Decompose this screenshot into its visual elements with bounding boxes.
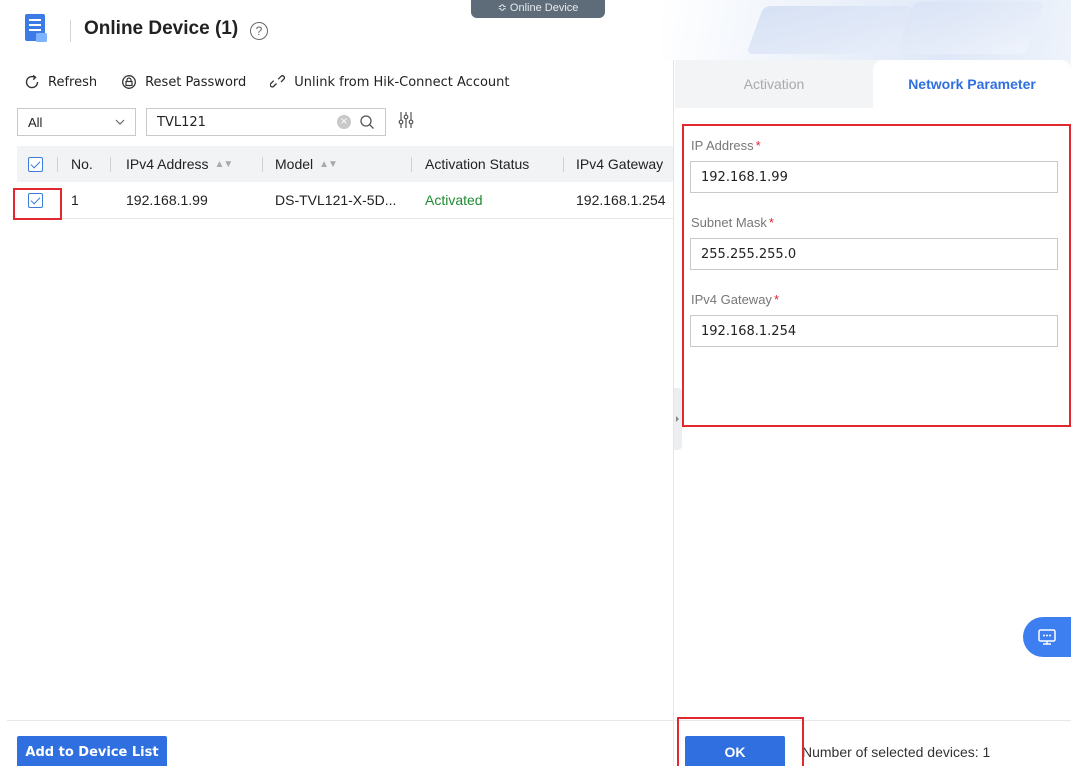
table-row[interactable]: 1 192.168.1.99 DS-TVL121-X-5D... Activat… (17, 182, 673, 219)
footer-divider (7, 720, 673, 721)
column-header-ipv4-label: IPv4 Address (126, 156, 209, 172)
table-header: No. IPv4 Address ▲▼ Model ▲▼ Activation St… (17, 146, 673, 182)
tab-activation[interactable]: Activation (675, 60, 873, 108)
row-no: 1 (71, 192, 79, 208)
column-header-activation-status: Activation Status (425, 156, 530, 172)
reset-password-icon (122, 75, 137, 89)
refresh-label: Refresh (48, 74, 98, 90)
add-to-device-list-button[interactable]: Add to Device List (17, 736, 167, 766)
collapse-handle[interactable] (674, 388, 682, 450)
help-icon[interactable]: ? (250, 22, 268, 40)
page-title: Online Device (1) (84, 18, 239, 39)
highlight-box-network-fields (682, 124, 1071, 427)
header-divider (70, 20, 71, 42)
highlight-box-checkbox (13, 188, 62, 220)
select-all-checkbox[interactable] (28, 146, 43, 182)
app-logo-icon (25, 14, 47, 42)
search-value: TVL121 (157, 114, 206, 130)
search-input[interactable]: TVL121 × (146, 108, 386, 136)
refresh-icon (25, 74, 39, 89)
filter-select-value: All (28, 114, 43, 130)
header-bar: Online Device (1) ? ≎ Online Device (0, 0, 1071, 60)
floating-assistant-button[interactable] (1023, 617, 1071, 657)
filter-settings-icon[interactable] (398, 111, 414, 129)
column-header-model[interactable]: Model ▲▼ (275, 146, 337, 182)
column-header-ipv4-gateway: IPv4 Gateway (576, 156, 664, 172)
header-decoration (660, 0, 1071, 60)
reset-password-button[interactable]: Reset Password (121, 74, 246, 90)
search-icon[interactable] (359, 114, 375, 130)
unlink-button[interactable]: Unlink from Hik-Connect Account (270, 74, 510, 90)
column-header-no: No. (71, 156, 93, 172)
online-device-toggle[interactable]: ≎ Online Device (471, 0, 605, 18)
selected-devices-count: Number of selected devices: 1 (802, 744, 991, 760)
row-status: Activated (425, 192, 483, 208)
unlink-label: Unlink from Hik-Connect Account (294, 74, 510, 90)
tab-network-parameter[interactable]: Network Parameter (873, 60, 1071, 108)
column-header-model-label: Model (275, 156, 314, 172)
row-gateway: 192.168.1.254 (576, 192, 666, 208)
highlight-box-ok (677, 717, 804, 766)
toolbar: Refresh Reset Password Unlink from Hik-C… (24, 72, 534, 92)
column-header-ipv4[interactable]: IPv4 Address ▲▼ (126, 146, 232, 182)
monitor-icon (1038, 629, 1056, 645)
reset-password-label: Reset Password (145, 74, 247, 90)
row-model: DS-TVL121-X-5D... (275, 192, 397, 208)
chevron-down-icon (115, 119, 125, 125)
panel-tabs: Activation Network Parameter (675, 60, 1071, 108)
unlink-icon (270, 75, 286, 88)
sort-icon[interactable]: ▲▼ (319, 159, 337, 170)
sort-icon[interactable]: ▲▼ (215, 159, 233, 170)
row-ipv4: 192.168.1.99 (126, 192, 208, 208)
filter-select[interactable]: All (17, 108, 136, 136)
refresh-button[interactable]: Refresh (24, 74, 97, 90)
clear-icon[interactable]: × (337, 115, 351, 129)
